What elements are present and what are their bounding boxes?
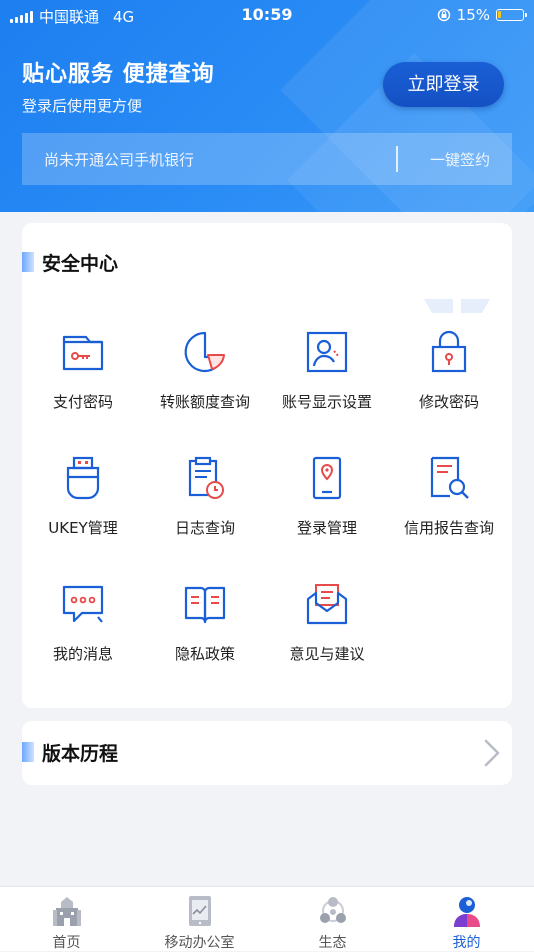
menu-item-change-password[interactable]: 修改密码 xyxy=(388,329,510,412)
menu-item-label: 修改密码 xyxy=(418,393,479,411)
menu-item-feedback[interactable]: 意见与建议 xyxy=(266,581,388,664)
tab-mobile-office[interactable]: 移动办公室 xyxy=(133,887,266,951)
watermark-icon xyxy=(424,299,490,313)
menu-item-login-management[interactable]: 登录管理 xyxy=(266,455,388,538)
menu-item-label: 我的消息 xyxy=(52,645,113,663)
menu-item-privacy-policy[interactable]: 隐私政策 xyxy=(144,581,266,664)
menu-item-label: 日志查询 xyxy=(174,519,235,537)
tab-label: 移动办公室 xyxy=(164,935,235,951)
menu-item-ukey[interactable]: UKEY管理 xyxy=(22,455,144,538)
battery-icon xyxy=(496,9,527,21)
menu-item-label: UKEY管理 xyxy=(48,519,118,537)
report-search-icon xyxy=(430,456,469,499)
menu-item-payment-password[interactable]: 支付密码 xyxy=(22,329,144,412)
section-marker xyxy=(22,252,34,272)
section-title: 安全中心 xyxy=(22,249,119,276)
menu-item-label: 意见与建议 xyxy=(289,645,365,663)
version-history-card[interactable]: 版本历程 xyxy=(22,721,512,785)
battery-percent: 15% xyxy=(456,6,490,24)
network-icon xyxy=(319,897,346,923)
key-card-icon xyxy=(62,335,104,371)
tab-label: 我的 xyxy=(452,935,481,951)
page-title: 贴心服务 便捷查询 xyxy=(22,62,215,87)
version-history-title: 版本历程 xyxy=(42,743,119,765)
login-button[interactable]: 立即登录 xyxy=(383,62,504,107)
status-bar: 中国联通 4G 10:59 15% xyxy=(0,0,534,30)
menu-item-label: 登录管理 xyxy=(296,519,357,537)
menu-item-transfer-limit[interactable]: 转账额度查询 xyxy=(144,329,266,412)
sign-up-text: 尚未开通公司手机银行 xyxy=(44,151,195,169)
menu-item-log-query[interactable]: 日志查询 xyxy=(144,455,266,538)
tab-mine[interactable]: 我的 xyxy=(400,887,533,951)
orientation-lock-icon xyxy=(437,8,450,22)
security-center-card: 安全中心 支付密码 转账额度查询 账号显示设置 修改密码 UKEY管理 日志查询 xyxy=(22,223,512,708)
envelope-icon xyxy=(306,584,348,625)
tablet-icon xyxy=(188,896,211,926)
bottom-tab-bar: 首页 移动办公室 生态 我的 xyxy=(0,886,534,951)
one-click-sign-link[interactable]: 一键签约 xyxy=(430,149,490,170)
tab-home[interactable]: 首页 xyxy=(0,887,133,951)
menu-item-label: 信用报告查询 xyxy=(403,519,494,537)
tab-label: 生态 xyxy=(318,935,347,951)
menu-item-label: 账号显示设置 xyxy=(281,393,372,411)
user-profile-icon xyxy=(306,331,348,373)
usb-key-icon xyxy=(66,456,100,500)
mobile-location-icon xyxy=(312,456,342,500)
person-icon xyxy=(453,897,480,927)
divider xyxy=(396,146,398,172)
menu-item-account-display[interactable]: 账号显示设置 xyxy=(266,329,388,412)
header-banner: 中国联通 4G 10:59 15% 贴心服务 便捷查询 登录后使用更方便 立即登… xyxy=(0,0,534,212)
section-marker xyxy=(22,742,34,762)
pie-chart-icon xyxy=(184,331,225,373)
tab-ecosystem[interactable]: 生态 xyxy=(266,887,399,951)
chat-bubble-icon xyxy=(62,585,104,623)
menu-item-label: 支付密码 xyxy=(52,393,113,411)
lock-icon xyxy=(431,330,467,373)
section-title: 版本历程 xyxy=(22,739,119,766)
building-icon xyxy=(52,897,81,926)
page-subtitle: 登录后使用更方便 xyxy=(22,97,143,115)
tab-label: 首页 xyxy=(52,935,81,951)
menu-item-my-messages[interactable]: 我的消息 xyxy=(22,581,144,664)
chevron-right-icon xyxy=(484,739,500,767)
sign-up-bar[interactable]: 尚未开通公司手机银行 一键签约 xyxy=(22,133,512,185)
security-center-title: 安全中心 xyxy=(42,253,119,275)
menu-item-credit-report[interactable]: 信用报告查询 xyxy=(388,455,510,538)
menu-item-label: 转账额度查询 xyxy=(159,393,250,411)
clipboard-clock-icon xyxy=(188,456,224,499)
open-book-icon xyxy=(184,586,226,624)
menu-item-label: 隐私政策 xyxy=(174,645,235,663)
